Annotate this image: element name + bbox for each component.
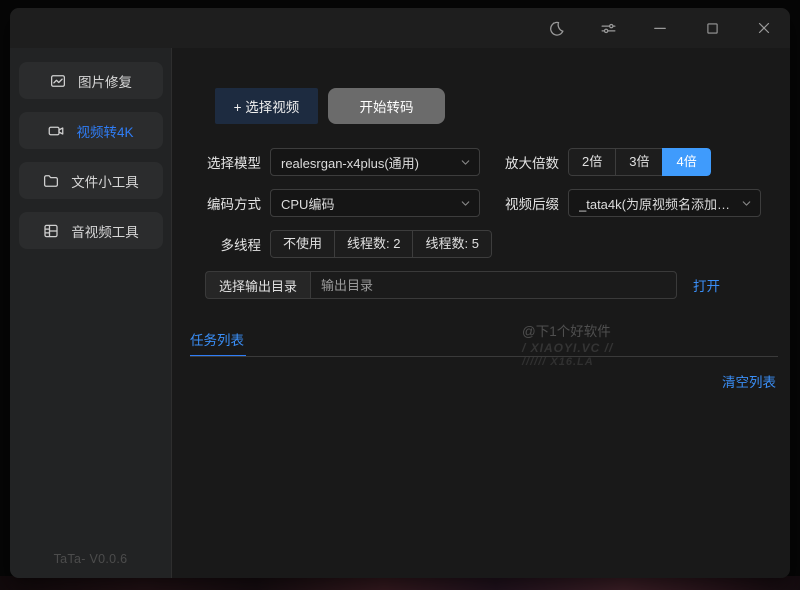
scale-option-4x[interactable]: 4倍 <box>662 148 710 176</box>
thread-label: 多线程 <box>205 234 261 254</box>
encode-select[interactable]: CPU编码 <box>270 189 480 217</box>
suffix-select[interactable]: _tata4k(为原视频名添加_tata4k... <box>568 189 761 217</box>
minimize-icon[interactable] <box>648 16 672 40</box>
thread-option-2[interactable]: 线程数: 2 <box>334 230 413 258</box>
settings-sliders-icon[interactable] <box>596 16 620 40</box>
model-label: 选择模型 <box>205 152 261 172</box>
chevron-down-icon <box>459 197 472 210</box>
open-output-dir-link[interactable]: 打开 <box>693 275 720 295</box>
titlebar <box>10 8 790 48</box>
thread-option-5[interactable]: 线程数: 5 <box>412 230 491 258</box>
maximize-icon[interactable] <box>700 16 724 40</box>
folder-icon <box>42 172 60 190</box>
scale-segmented-control: 2倍 3倍 4倍 <box>568 148 711 176</box>
sidebar-item-file-tools[interactable]: 文件小工具 <box>19 162 163 199</box>
select-output-dir-button[interactable]: 选择输出目录 <box>205 271 310 299</box>
sidebar-item-image-repair[interactable]: 图片修复 <box>19 62 163 99</box>
film-icon <box>42 222 60 240</box>
scale-option-2x[interactable]: 2倍 <box>568 148 616 176</box>
tab-task-list[interactable]: 任务列表 <box>190 329 248 358</box>
desktop-wallpaper-strip <box>0 576 800 590</box>
main-content: + 选择视频 开始转码 选择模型 realesrgan-x4plus(通用) 放… <box>172 48 790 578</box>
scale-option-3x[interactable]: 3倍 <box>615 148 663 176</box>
app-window: 图片修复 视频转4K 文件小工具 <box>10 8 790 578</box>
sidebar-item-video-to-4k[interactable]: 视频转4K <box>19 112 163 149</box>
image-icon <box>49 72 67 90</box>
chevron-down-icon <box>740 197 753 210</box>
clear-list-link[interactable]: 清空列表 <box>722 375 776 390</box>
chevron-down-icon <box>459 156 472 169</box>
thread-option-none[interactable]: 不使用 <box>270 230 335 258</box>
scale-label: 放大倍数 <box>497 152 559 172</box>
app-version: TaTa- V0.0.6 <box>10 552 171 566</box>
close-icon[interactable] <box>752 16 776 40</box>
task-tabs: 任务列表 <box>190 329 790 358</box>
output-dir-input[interactable] <box>310 271 677 299</box>
sidebar: 图片修复 视频转4K 文件小工具 <box>10 48 172 578</box>
select-video-button[interactable]: + 选择视频 <box>215 88 318 124</box>
desktop-background: 图片修复 视频转4K 文件小工具 <box>0 0 800 590</box>
suffix-label: 视频后缀 <box>497 193 559 213</box>
sidebar-item-label: 音视频工具 <box>71 221 139 241</box>
model-select-value: realesrgan-x4plus(通用) <box>281 153 419 172</box>
model-select[interactable]: realesrgan-x4plus(通用) <box>270 148 480 176</box>
sidebar-item-label: 图片修复 <box>78 71 132 91</box>
theme-moon-icon[interactable] <box>544 16 568 40</box>
thread-segmented-control: 不使用 线程数: 2 线程数: 5 <box>270 230 492 258</box>
sidebar-item-av-tools[interactable]: 音视频工具 <box>19 212 163 249</box>
sidebar-item-label: 文件小工具 <box>71 171 139 191</box>
video-camera-icon <box>47 122 65 140</box>
suffix-select-value: _tata4k(为原视频名添加_tata4k... <box>579 194 731 213</box>
encode-select-value: CPU编码 <box>281 194 334 213</box>
start-transcode-button[interactable]: 开始转码 <box>328 88 445 124</box>
sidebar-item-label: 视频转4K <box>76 121 133 141</box>
tabs-divider <box>190 356 778 357</box>
encode-label: 编码方式 <box>205 193 261 213</box>
